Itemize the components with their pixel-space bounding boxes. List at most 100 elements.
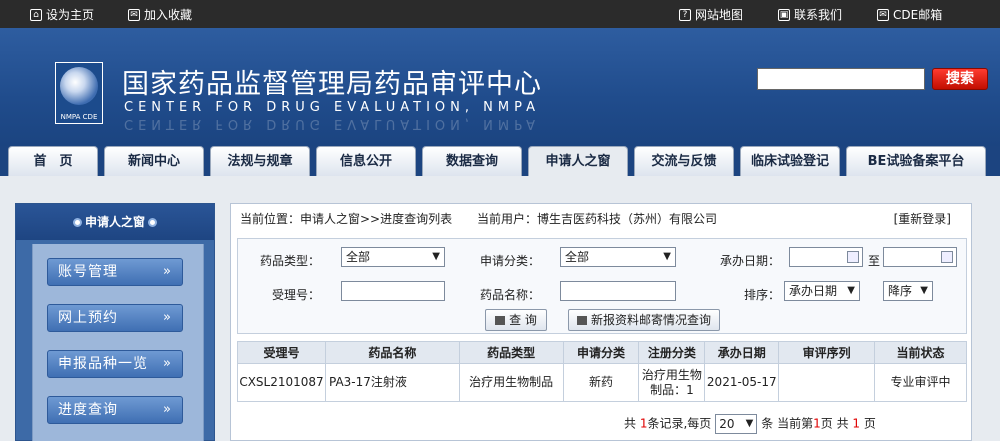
- grid-icon: [576, 316, 587, 325]
- breadcrumb: 当前位置：申请人之窗>>进度查询列表: [240, 212, 453, 226]
- set-home-link[interactable]: ⌂ 设为主页: [30, 6, 94, 23]
- grid-icon: [495, 316, 506, 325]
- drug-type-value: 全部: [346, 250, 371, 264]
- pager-text: 页 共: [820, 416, 853, 431]
- col-status: 当前状态: [874, 341, 967, 364]
- side-item-label: 申报品种一览: [58, 356, 148, 372]
- col-accept-no: 受理号: [237, 341, 326, 364]
- mail-query-button-label: 新报资料邮寄情况查询: [590, 313, 711, 327]
- tab-news[interactable]: 新闻中心: [104, 146, 204, 176]
- main-nav: 首 页 新闻中心 法规与规章 信息公开 数据查询 申请人之窗 交流与反馈 临床试…: [0, 146, 1000, 176]
- date-label: 承办日期：: [719, 254, 780, 268]
- side-item-label: 网上预约: [58, 310, 118, 326]
- total-pages: 1: [852, 416, 861, 431]
- col-review-seq: 审评序列: [778, 341, 876, 364]
- site-logo[interactable]: NMPA CDE: [55, 62, 103, 124]
- double-chevron-right-icon: »: [163, 356, 172, 371]
- contact-card-icon: ▣: [778, 8, 790, 21]
- accept-no-input[interactable]: [341, 281, 445, 301]
- col-apply-class: 申请分类: [562, 341, 640, 364]
- sitemap-link[interactable]: ? 网站地图: [679, 6, 743, 23]
- bookmark-link[interactable]: ✉ 加入收藏: [128, 6, 192, 23]
- sort-order-value: 降序: [888, 284, 913, 298]
- calendar-icon: [847, 251, 859, 263]
- cell-reg-class: 治疗用生物制品：1: [638, 363, 706, 402]
- tab-applicant-window[interactable]: 申请人之窗: [528, 146, 628, 176]
- sitemap-label: 网站地图: [695, 8, 744, 22]
- cell-date: 2021-05-17: [704, 363, 780, 402]
- home-icon: ⌂: [30, 8, 42, 21]
- pager-text: 条 当前第: [761, 416, 814, 431]
- apply-class-select[interactable]: 全部 ▼: [560, 247, 676, 267]
- logo-text: NMPA CDE: [60, 113, 98, 121]
- table-header-row: 受理号 药品名称 药品类型 申请分类 注册分类 承办日期 审评序列 当前状态: [237, 341, 967, 364]
- current-user: 当前用户：博生吉医药科技（苏州）有限公司: [477, 212, 718, 226]
- per-page-select[interactable]: 20 ▼: [715, 414, 758, 434]
- chevron-down-icon: ▼: [432, 251, 440, 262]
- tab-regulations[interactable]: 法规与规章: [210, 146, 310, 176]
- pager-text: 页: [860, 416, 876, 431]
- pagination: 共 1条记录,每页 20 ▼ 条 当前第1页 共 1 页: [624, 414, 876, 434]
- cell-drug-type: 治疗用生物制品: [458, 363, 564, 402]
- envelope-icon: ✉: [128, 8, 140, 21]
- tab-feedback[interactable]: 交流与反馈: [634, 146, 734, 176]
- sort-field-value: 承办日期: [789, 284, 838, 298]
- date-from-input[interactable]: [789, 247, 863, 267]
- col-drug-type: 药品类型: [458, 341, 564, 364]
- query-button-label: 查 询: [509, 313, 537, 327]
- question-icon: ?: [679, 8, 691, 21]
- filter-form: 药品类型： 全部 ▼ 申请分类： 全部 ▼ 承办日期： 至 受理号： 药品名称： 排…: [237, 238, 967, 334]
- contact-label: 联系我们: [794, 8, 843, 22]
- tab-data-query[interactable]: 数据查询: [422, 146, 522, 176]
- set-home-label: 设为主页: [46, 8, 95, 22]
- side-panel-title: 申请人之窗: [16, 204, 214, 240]
- sort-field-select[interactable]: 承办日期 ▼: [784, 281, 860, 301]
- col-reg-class: 注册分类: [638, 341, 706, 364]
- accept-no-label: 受理号：: [271, 288, 320, 302]
- side-title-label: 申请人之窗: [84, 215, 145, 229]
- chevron-down-icon: ▼: [920, 285, 928, 296]
- side-item-label: 进度查询: [58, 402, 118, 418]
- tab-home[interactable]: 首 页: [8, 146, 98, 176]
- side-item-label: 账号管理: [58, 264, 118, 280]
- search-button[interactable]: 搜索: [932, 68, 988, 90]
- mail-status-query-button[interactable]: 新报资料邮寄情况查询: [568, 309, 720, 331]
- calendar-icon: [941, 251, 953, 263]
- chevron-down-icon: ▼: [663, 251, 671, 262]
- drug-type-label: 药品类型：: [259, 254, 320, 268]
- side-item-progress[interactable]: 进度查询 »: [47, 396, 183, 424]
- sort-label: 排序：: [743, 288, 780, 302]
- drug-type-select[interactable]: 全部 ▼: [341, 247, 445, 267]
- cell-review-seq: [778, 363, 876, 402]
- table-row[interactable]: CXSL2101087 PA3-17注射液 治疗用生物制品 新药 治疗用生物制品…: [237, 363, 967, 402]
- double-chevron-right-icon: »: [163, 402, 172, 417]
- search-input[interactable]: [757, 68, 925, 90]
- side-item-varieties[interactable]: 申报品种一览 »: [47, 350, 183, 378]
- drug-name-input[interactable]: [560, 281, 676, 301]
- site-header: NMPA CDE 国家药品监督管理局药品审评中心 CENTER FOR DRUG…: [0, 28, 1000, 146]
- date-to-label: 至: [867, 254, 880, 268]
- double-chevron-right-icon: »: [163, 264, 172, 279]
- mail-link[interactable]: ✉ CDE邮箱: [877, 6, 942, 23]
- side-item-account[interactable]: 账号管理 »: [47, 258, 183, 286]
- per-page-value: 20: [719, 417, 735, 431]
- date-to-input[interactable]: [883, 247, 957, 267]
- cell-drug-name: PA3-17注射液: [324, 363, 460, 402]
- contact-link[interactable]: ▣ 联系我们: [778, 6, 842, 23]
- tab-clinical-trial[interactable]: 临床试验登记: [740, 146, 840, 176]
- side-item-appointment[interactable]: 网上预约 »: [47, 304, 183, 332]
- tab-be-platform[interactable]: BE试验备案平台: [846, 146, 986, 176]
- tab-info-disclosure[interactable]: 信息公开: [316, 146, 416, 176]
- main-content: 当前位置：申请人之窗>>进度查询列表 当前用户：博生吉医药科技（苏州）有限公司 …: [230, 203, 972, 441]
- side-panel: 申请人之窗 账号管理 » 网上预约 » 申报品种一览 » 进度查询 »: [15, 203, 215, 441]
- sort-order-select[interactable]: 降序 ▼: [883, 281, 933, 301]
- bullet-icon: [72, 218, 82, 227]
- site-title-en-reflection: CENTER FOR DRUG EVALUATION, NMPA: [124, 116, 540, 131]
- relogin-link[interactable]: [重新登录]: [894, 210, 951, 227]
- pager-text: 条记录,每页: [647, 416, 712, 431]
- apply-class-value: 全部: [565, 250, 590, 264]
- drug-name-label: 药品名称：: [479, 288, 540, 302]
- query-button[interactable]: 查 询: [485, 309, 547, 331]
- bullet-icon: [148, 218, 157, 227]
- logo-emblem-icon: [60, 67, 98, 105]
